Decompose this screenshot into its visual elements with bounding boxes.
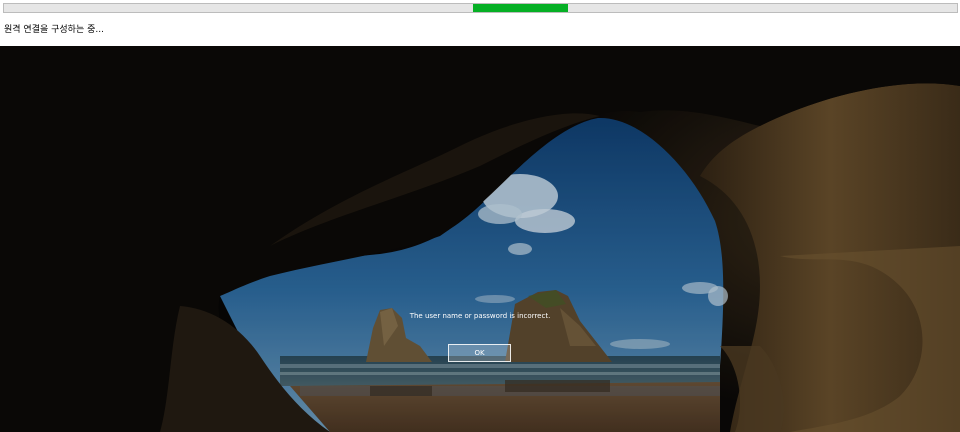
login-error-message: The user name or password is incorrect.: [409, 312, 551, 320]
connection-status-text: 원격 연결을 구성하는 중...: [4, 25, 104, 35]
connection-header: 원격 연결을 구성하는 중...: [0, 0, 960, 46]
lock-screen-background-image: [0, 46, 960, 432]
remote-desktop-lock-screen: The user name or password is incorrect. …: [0, 46, 960, 432]
connection-progress-bar: [3, 3, 958, 13]
progress-bar-fill: [472, 4, 569, 12]
ok-button[interactable]: OK: [448, 344, 511, 362]
